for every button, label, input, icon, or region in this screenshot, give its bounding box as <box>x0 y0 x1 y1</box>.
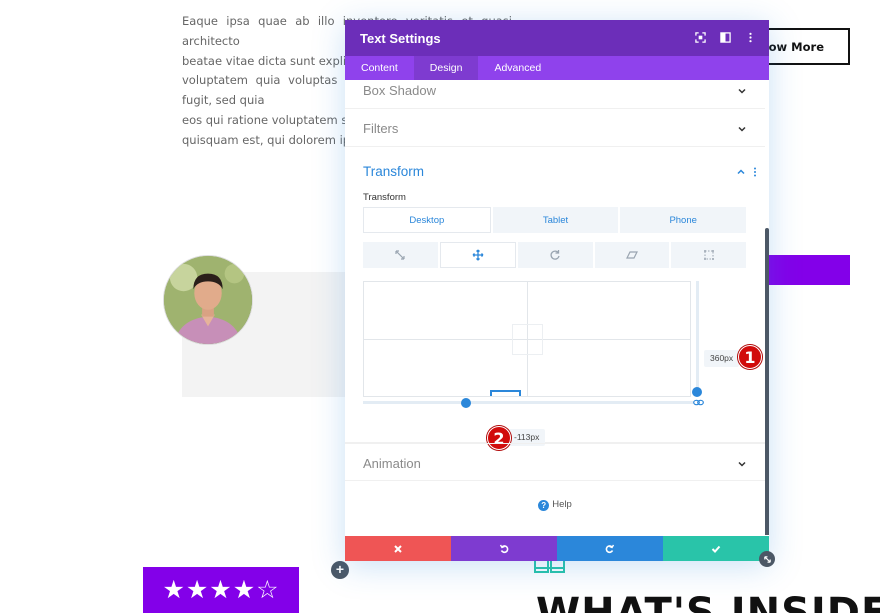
help-link[interactable]: ? Help <box>345 499 765 511</box>
link-icon[interactable] <box>693 398 704 407</box>
header-actions <box>692 29 759 46</box>
translate-icon[interactable] <box>439 242 517 268</box>
translate-handle[interactable] <box>490 390 521 396</box>
modal-header: Text Settings <box>345 20 769 56</box>
avatar <box>163 255 253 345</box>
chevron-down-icon <box>737 124 747 134</box>
chevron-down-icon <box>737 459 747 469</box>
save-button[interactable] <box>663 536 769 561</box>
translate-x-slider[interactable] <box>363 401 693 404</box>
undo-button[interactable] <box>451 536 557 561</box>
section-box-shadow[interactable]: Box Shadow <box>345 80 765 109</box>
text-settings-modal: Text Settings Content Design Advanced Bo… <box>345 20 769 561</box>
section-filters[interactable]: Filters <box>345 109 765 147</box>
check-icon <box>711 545 721 553</box>
scale-icon[interactable] <box>363 242 438 268</box>
resize-icon <box>763 555 771 563</box>
discard-button[interactable] <box>345 536 451 561</box>
more-vertical-icon[interactable] <box>750 167 760 177</box>
modal-body: Box Shadow Filters Transform Transform D… <box>345 80 769 535</box>
skew-icon[interactable] <box>594 242 670 268</box>
more-vertical-icon[interactable] <box>742 29 759 46</box>
origin-icon[interactable] <box>671 242 746 268</box>
translate-canvas[interactable] <box>363 281 691 397</box>
section-animation[interactable]: Animation <box>345 443 765 481</box>
device-tab-tablet[interactable]: Tablet <box>492 207 619 233</box>
redo-icon <box>605 544 615 553</box>
section-title-box-shadow: Box Shadow <box>363 83 436 98</box>
add-module-button[interactable]: + <box>331 561 349 579</box>
close-icon <box>394 544 402 553</box>
transform-tool-tabs <box>363 242 746 268</box>
section-title-animation: Animation <box>363 456 421 471</box>
device-tab-desktop[interactable]: Desktop <box>363 207 491 233</box>
canvas-center-box <box>512 324 543 355</box>
translate-y-value[interactable]: 360px <box>704 350 740 367</box>
modal-tabs: Content Design Advanced <box>345 56 769 80</box>
translate-y-knob[interactable] <box>692 387 702 397</box>
person-photo-icon <box>164 256 252 344</box>
rotate-icon[interactable] <box>518 242 593 268</box>
translate-y-slider[interactable] <box>696 281 699 393</box>
device-tab-phone[interactable]: Phone <box>620 207 747 233</box>
undo-icon <box>499 544 509 553</box>
help-icon: ? <box>538 500 550 511</box>
modal-footer <box>345 536 769 561</box>
tab-content[interactable]: Content <box>345 56 414 80</box>
expand-icon[interactable] <box>692 29 709 46</box>
help-label: Help <box>552 499 572 510</box>
chevron-down-icon <box>737 86 747 96</box>
step-marker-1: 1 <box>738 345 762 369</box>
section-title-transform[interactable]: Transform <box>363 164 424 179</box>
tab-design[interactable]: Design <box>413 56 479 80</box>
split-view-icon[interactable] <box>717 29 734 46</box>
chevron-up-icon[interactable] <box>736 167 746 177</box>
translate-x-knob[interactable] <box>461 398 471 408</box>
resize-handle[interactable] <box>759 551 775 567</box>
section-title-filters: Filters <box>363 121 399 136</box>
device-tabs: Desktop Tablet Phone <box>363 207 747 233</box>
tab-advanced[interactable]: Advanced <box>478 56 557 80</box>
section-heading: WHAT'S INSIDE <box>536 590 880 613</box>
scrollbar[interactable] <box>765 228 769 535</box>
modal-title: Text Settings <box>360 31 441 46</box>
redo-button[interactable] <box>557 536 663 561</box>
rating-stars: ★★★★☆ <box>143 567 299 613</box>
purple-banner <box>767 255 850 285</box>
transform-field-label: Transform <box>363 192 406 203</box>
